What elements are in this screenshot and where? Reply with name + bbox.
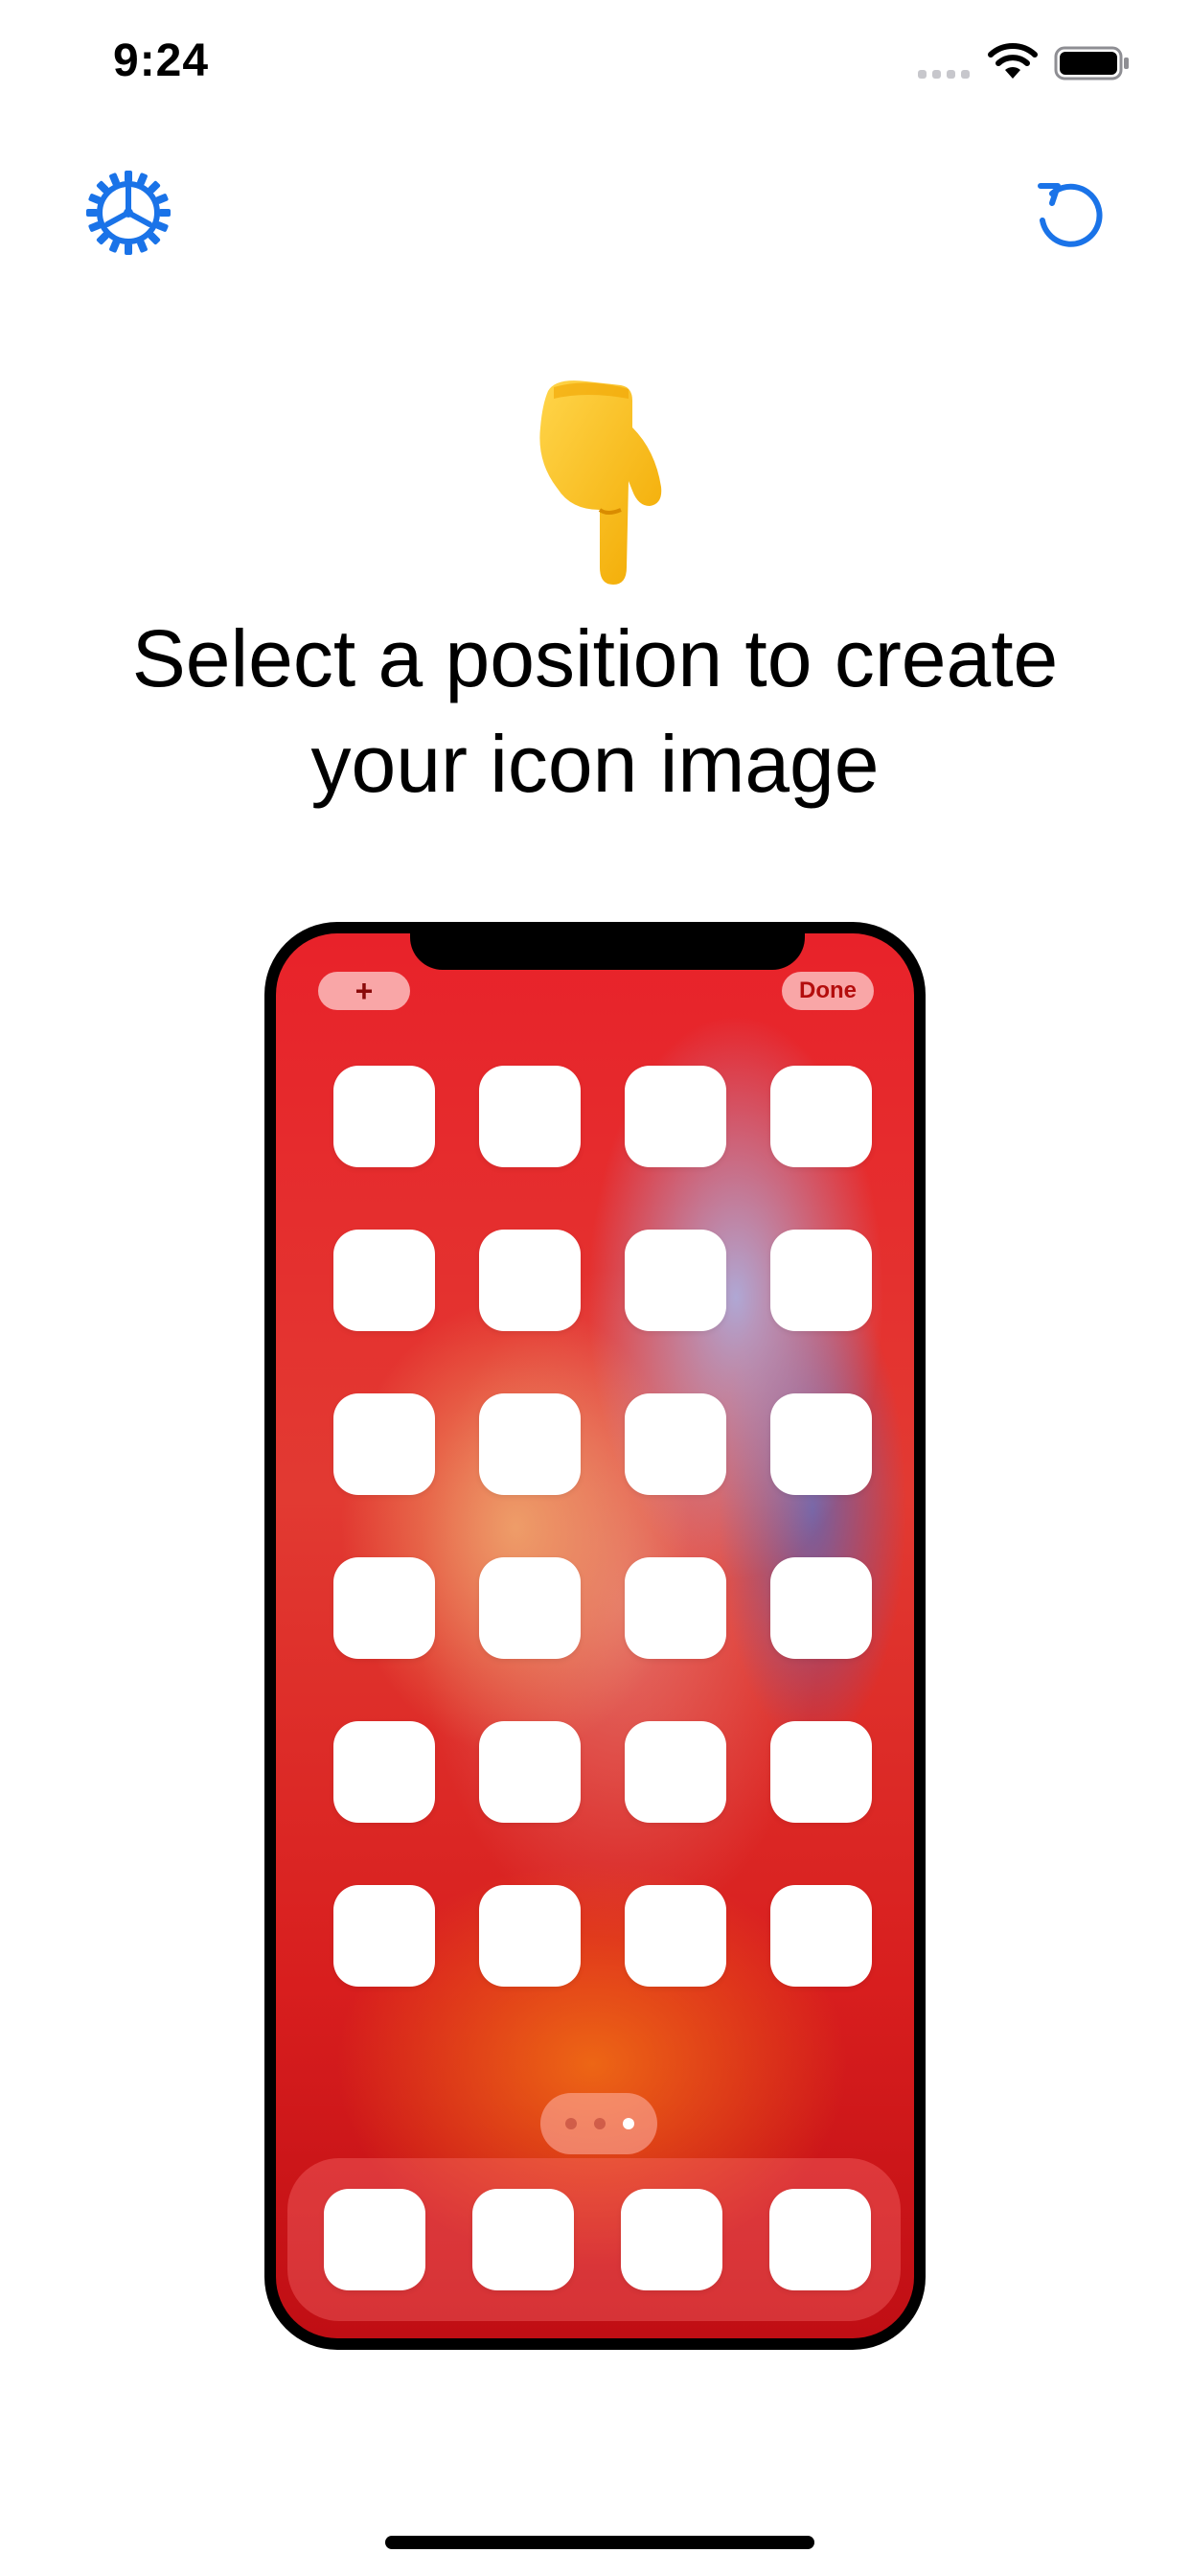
icon-position-r5-c4[interactable] xyxy=(770,1721,872,1823)
icon-position-r5-c2[interactable] xyxy=(479,1721,581,1823)
icon-position-r2-c2[interactable] xyxy=(479,1230,581,1331)
icon-position-r3-c3[interactable] xyxy=(625,1393,726,1495)
dock-position-2[interactable] xyxy=(472,2189,574,2290)
icon-position-r4-c3[interactable] xyxy=(625,1557,726,1659)
done-button: Done xyxy=(782,972,874,1010)
icon-position-r4-c1[interactable] xyxy=(333,1557,435,1659)
page-dot-3 xyxy=(623,2118,634,2129)
dock-position-3[interactable] xyxy=(621,2189,722,2290)
icon-position-r5-c3[interactable] xyxy=(625,1721,726,1823)
icon-position-r3-c4[interactable] xyxy=(770,1393,872,1495)
add-widget-button: + xyxy=(318,972,410,1010)
dock-position-1[interactable] xyxy=(324,2189,425,2290)
gear-icon xyxy=(97,181,160,244)
backhand-index-pointing-down-icon xyxy=(539,380,662,585)
battery-icon xyxy=(1054,46,1129,80)
icon-position-r1-c1[interactable] xyxy=(333,1066,435,1167)
icon-position-r4-c4[interactable] xyxy=(770,1557,872,1659)
refresh-button[interactable] xyxy=(1023,167,1115,259)
instruction-title: Select a position to create your icon im… xyxy=(57,606,1133,816)
icon-position-r2-c1[interactable] xyxy=(333,1230,435,1331)
icon-position-r3-c1[interactable] xyxy=(333,1393,435,1495)
status-time: 9:24 xyxy=(113,35,210,86)
instruction-line-2: your icon image xyxy=(310,719,880,809)
icon-position-r2-c3[interactable] xyxy=(625,1230,726,1331)
icon-position-r6-c2[interactable] xyxy=(479,1885,581,1987)
phone-notch xyxy=(410,933,805,970)
page-indicator xyxy=(540,2093,657,2154)
icon-position-r6-c3[interactable] xyxy=(625,1885,726,1987)
page-dot-2 xyxy=(594,2118,606,2129)
home-indicator xyxy=(385,2536,814,2549)
icon-position-r1-c2[interactable] xyxy=(479,1066,581,1167)
icon-position-r6-c4[interactable] xyxy=(770,1885,872,1987)
wifi-icon xyxy=(988,43,1038,79)
icon-position-r6-c1[interactable] xyxy=(333,1885,435,1987)
status-bar: 9:24 xyxy=(0,0,1190,126)
icon-position-r1-c4[interactable] xyxy=(770,1066,872,1167)
icon-position-r2-c4[interactable] xyxy=(770,1230,872,1331)
icon-position-r1-c3[interactable] xyxy=(625,1066,726,1167)
cellular-signal-icon xyxy=(918,70,970,79)
dock xyxy=(287,2158,901,2321)
instruction-line-1: Select a position to create xyxy=(131,613,1059,703)
page-dot-1 xyxy=(565,2118,577,2129)
icon-position-r5-c1[interactable] xyxy=(333,1721,435,1823)
rotate-left-icon xyxy=(1038,183,1103,247)
settings-button[interactable] xyxy=(82,167,174,259)
icon-position-r4-c2[interactable] xyxy=(479,1557,581,1659)
dock-position-4[interactable] xyxy=(769,2189,871,2290)
icon-position-r3-c2[interactable] xyxy=(479,1393,581,1495)
phone-preview: + Done xyxy=(264,922,926,2350)
phone-screen: + Done xyxy=(276,933,914,2338)
